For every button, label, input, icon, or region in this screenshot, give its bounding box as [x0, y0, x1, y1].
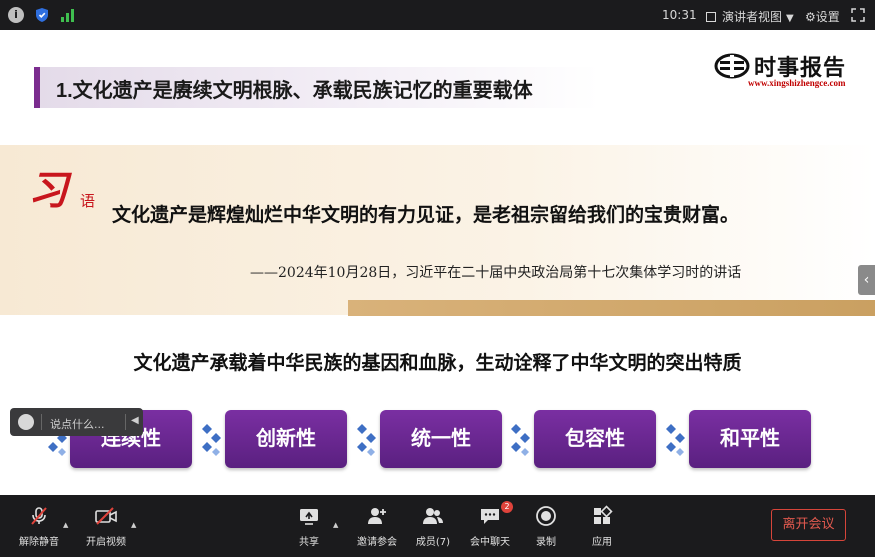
- chat-divider-2: [125, 414, 126, 430]
- clock-time: 10:31: [662, 8, 697, 22]
- logo-globe-icon: [714, 53, 750, 79]
- chat-unread-badge: 2: [501, 501, 513, 513]
- quick-chat-input[interactable]: 说点什么... ◀: [10, 408, 143, 436]
- members-icon: [423, 508, 443, 524]
- trait-pill: 统一性: [380, 410, 502, 468]
- side-panel-toggle[interactable]: ‹: [858, 265, 875, 295]
- chat-icon: [481, 509, 499, 524]
- presenter-view-icon: [706, 12, 716, 22]
- chevron-up-icon: ▲: [333, 521, 339, 529]
- emoji-icon[interactable]: [18, 414, 34, 430]
- meeting-toolbar: 解除静音 ▲ 开启视频 ▲ 共享 ▲ 邀请参会 成员(7) 2 会中聊天 录制 …: [0, 495, 875, 557]
- start-video-button[interactable]: 开启视频: [84, 505, 128, 548]
- chat-icon-wrap: 2: [479, 501, 513, 527]
- diamond-decoration-icon: [663, 420, 689, 460]
- chevron-left-icon: ‹: [863, 272, 870, 288]
- presenter-view-label: 演讲者视图: [722, 10, 783, 24]
- trait-pill: 创新性: [225, 410, 347, 468]
- quote-band: [0, 145, 875, 315]
- unmute-button[interactable]: 解除静音: [17, 505, 61, 548]
- record-icon: [536, 506, 556, 526]
- chat-button[interactable]: 2 会中聊天: [468, 501, 513, 548]
- meeting-window: i 10:31 演讲者视图 ▼ ⚙设置 1.文化遗产是赓续文明根脉、承载民族记忆的…: [0, 0, 875, 557]
- logo-url: www.xingshizhengce.com: [748, 78, 846, 88]
- trait-pill: 包容性: [534, 410, 656, 468]
- chevron-up-icon: ▲: [63, 521, 69, 529]
- apps-button[interactable]: 应用: [590, 505, 614, 548]
- signal-icon[interactable]: [59, 7, 75, 23]
- settings-label: 设置: [815, 10, 840, 24]
- gear-icon: ⚙: [805, 10, 816, 24]
- presenter-view-dropdown[interactable]: 演讲者视图 ▼: [706, 8, 794, 25]
- chevron-up-icon: ▲: [131, 521, 137, 529]
- apps-icon: [594, 505, 613, 524]
- chevron-down-icon: ▼: [786, 13, 794, 24]
- unmute-label: 解除静音: [19, 537, 59, 548]
- camera-off-icon: [95, 507, 117, 525]
- diamond-decoration-icon: [354, 420, 380, 460]
- trait-pill: 和平性: [689, 410, 811, 468]
- fullscreen-icon[interactable]: [851, 8, 865, 22]
- start-video-label: 开启视频: [86, 537, 126, 548]
- add-user-icon: [368, 508, 386, 524]
- chat-divider: [41, 414, 42, 430]
- record-label: 录制: [536, 537, 556, 548]
- collapse-arrow-icon[interactable]: ◀: [131, 415, 139, 426]
- diamond-decoration-icon: [508, 420, 534, 460]
- leave-meeting-button[interactable]: 离开会议: [771, 509, 846, 541]
- quote-source: ——2024年10月28日，习近平在二十届中央政治局第十七次集体学习时的讲话: [250, 265, 742, 281]
- info-icon[interactable]: i: [8, 7, 24, 23]
- chat-placeholder: 说点什么...: [50, 418, 105, 431]
- settings-button[interactable]: ⚙设置: [805, 8, 840, 25]
- shield-icon[interactable]: [34, 7, 50, 23]
- apps-label: 应用: [592, 537, 612, 548]
- share-button[interactable]: 共享: [294, 505, 324, 548]
- slide-subtitle: 文化遗产承载着中华民族的基因和血脉，生动诠释了中华文明的突出特质: [133, 353, 742, 374]
- share-screen-icon: [300, 509, 318, 525]
- slide-title: 1.文化遗产是赓续文明根脉、承载民族记忆的重要载体: [56, 80, 533, 102]
- share-label: 共享: [299, 537, 319, 548]
- invite-button[interactable]: 邀请参会: [354, 505, 400, 548]
- shared-slide: 1.文化遗产是赓续文明根脉、承载民族记忆的重要载体 时事报告 www.xings…: [0, 30, 875, 495]
- invite-label: 邀请参会: [357, 537, 397, 548]
- diamond-decoration-icon: [199, 420, 225, 460]
- members-label: 成员(7): [415, 537, 451, 548]
- gold-divider: [348, 300, 875, 316]
- yu-label: 语: [80, 192, 96, 210]
- record-button[interactable]: 录制: [534, 505, 558, 548]
- top-bar: i 10:31 演讲者视图 ▼ ⚙设置: [0, 0, 875, 30]
- chat-label: 会中聊天: [470, 537, 510, 548]
- xi-calligraphy: 习: [28, 167, 68, 214]
- members-button[interactable]: 成员(7): [414, 505, 452, 548]
- quote-text: 文化遗产是辉煌灿烂中华文明的有力见证，是老祖宗留给我们的宝贵财富。: [112, 205, 740, 226]
- microphone-muted-icon: [31, 507, 47, 525]
